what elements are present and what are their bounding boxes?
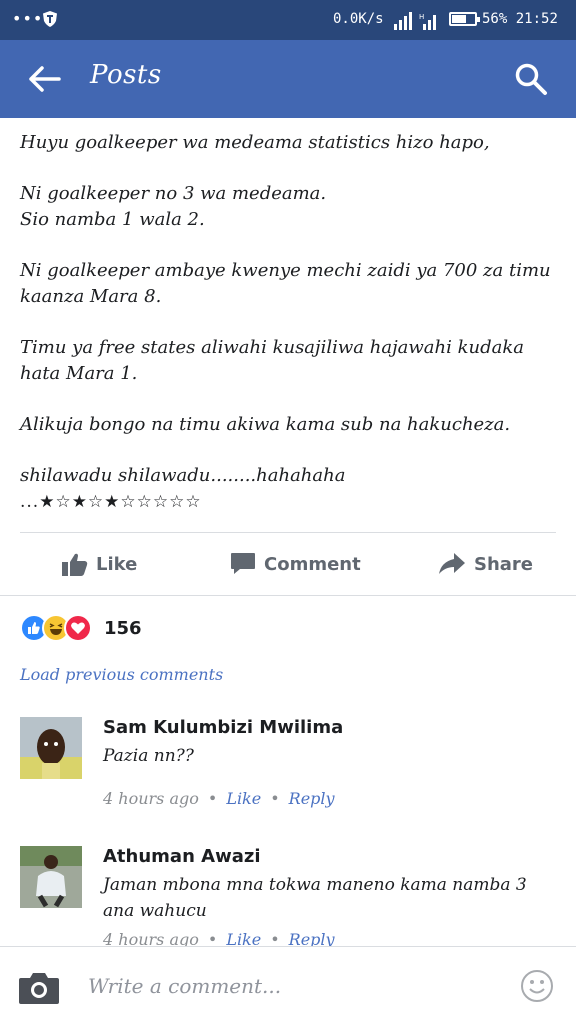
divider	[20, 532, 556, 533]
post-line: Ni goalkeeper ambaye kwenye mechi zaidi …	[20, 260, 551, 281]
clock: 21:52	[515, 11, 558, 27]
svg-text:H: H	[419, 13, 424, 21]
post-line: hata Mara 1.	[20, 363, 138, 384]
share-arrow-icon	[439, 553, 465, 574]
post-line: Alikuja bongo na timu akiwa kama sub na …	[20, 414, 511, 435]
star-line: ...★☆★☆★☆☆☆☆☆	[20, 492, 202, 512]
comment-meta: 4 hours ago • Like • Reply	[103, 930, 335, 946]
camera-icon[interactable]	[18, 971, 60, 1005]
more-notifications-icon: •••	[12, 9, 44, 28]
post-actions: Like Comment Share	[0, 534, 576, 594]
post-line: Timu ya free states aliwahi kusajiliwa h…	[20, 337, 524, 358]
reactions-summary[interactable]: 156	[20, 614, 142, 642]
comment-time: 4 hours ago	[103, 789, 199, 808]
comment-time: 4 hours ago	[103, 930, 199, 946]
thumbs-up-icon	[62, 553, 88, 576]
comment-text: Pazia nn??	[103, 746, 194, 766]
comment-like-link[interactable]: Like	[226, 789, 261, 808]
divider	[0, 595, 576, 596]
comment-text: Jaman mbona mna tokwa maneno kama namba …	[103, 875, 527, 921]
post-line: Sio namba 1 wala 2.	[20, 209, 205, 230]
post-body: Huyu goalkeeper wa medeama statistics hi…	[20, 130, 560, 515]
post-paragraph: Ni goalkeeper ambaye kwenye mechi zaidi …	[20, 258, 560, 310]
battery-icon	[449, 12, 480, 26]
post-paragraph: Ni goalkeeper no 3 wa medeama. Sio namba …	[20, 181, 560, 233]
comment-composer	[0, 946, 576, 1025]
post-line: Ni goalkeeper no 3 wa medeama.	[20, 183, 327, 204]
signal-icon	[394, 12, 412, 30]
comment-button[interactable]: Comment	[230, 534, 361, 594]
share-label: Share	[474, 553, 534, 575]
comment-reply-link[interactable]: Reply	[289, 930, 335, 946]
load-previous-comments-link[interactable]: Load previous comments	[20, 665, 223, 684]
comment-item: Sam Kulumbizi Mwilima Pazia nn?? 4 hours…	[20, 717, 560, 827]
comment-author[interactable]: Athuman Awazi	[103, 846, 261, 867]
comment-label: Comment	[264, 553, 361, 575]
signal-h-icon: H	[419, 13, 436, 30]
comment-meta: 4 hours ago • Like • Reply	[103, 789, 335, 808]
comment-reply-link[interactable]: Reply	[289, 789, 335, 808]
comment-author[interactable]: Sam Kulumbizi Mwilima	[103, 717, 343, 738]
status-bar: ••• 0.0K/s H 56% 21:52	[0, 0, 576, 40]
post-line: kaanza Mara 8.	[20, 286, 162, 307]
post-paragraph: Alikuja bongo na timu akiwa kama sub na …	[20, 412, 560, 438]
post-paragraph: shilawadu shilawadu........hahahaha ...★☆…	[20, 463, 560, 515]
post-line: Huyu goalkeeper wa medeama statistics hi…	[20, 132, 490, 153]
comment-input[interactable]	[88, 971, 488, 1001]
post-paragraph: Huyu goalkeeper wa medeama statistics hi…	[20, 130, 560, 156]
share-button[interactable]: Share	[438, 534, 533, 594]
post-line: shilawadu shilawadu........hahahaha	[20, 465, 346, 486]
emoji-icon[interactable]	[520, 969, 554, 1003]
like-label: Like	[96, 553, 138, 575]
love-reaction-icon	[64, 614, 92, 642]
comment-bubble-icon	[231, 553, 255, 574]
battery-percent: 56%	[482, 11, 508, 27]
vpn-shield-icon	[43, 11, 57, 27]
network-speed: 0.0K/s	[333, 11, 384, 27]
post-paragraph: Timu ya free states aliwahi kusajiliwa h…	[20, 335, 560, 387]
reaction-count: 156	[104, 617, 142, 639]
back-arrow-icon[interactable]	[28, 64, 62, 94]
search-icon[interactable]	[514, 62, 548, 96]
app-bar: Posts	[0, 40, 576, 118]
comment-item: Athuman Awazi Jaman mbona mna tokwa mane…	[20, 846, 560, 946]
avatar[interactable]	[20, 846, 82, 908]
avatar[interactable]	[20, 717, 82, 779]
like-button[interactable]: Like	[62, 534, 137, 594]
comment-like-link[interactable]: Like	[226, 930, 261, 946]
page-title: Posts	[90, 60, 162, 90]
